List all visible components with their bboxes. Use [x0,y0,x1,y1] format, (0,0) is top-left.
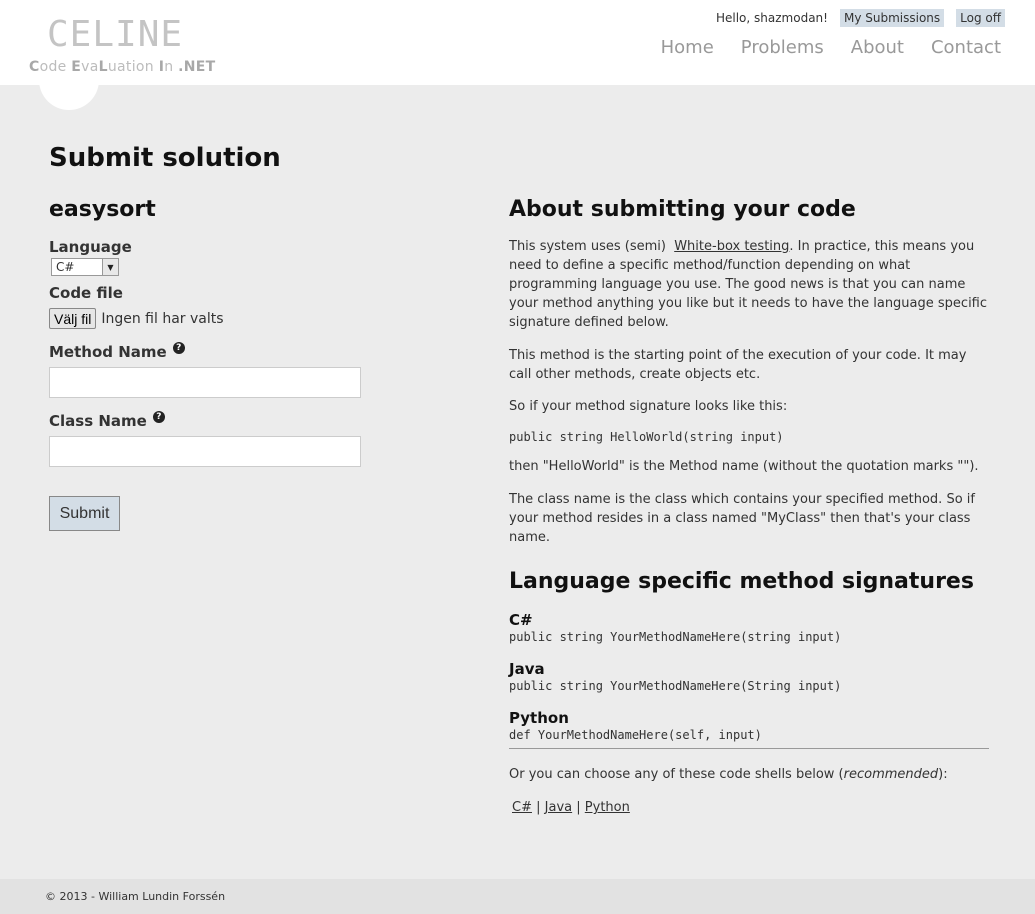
link-separator: | [536,800,541,815]
signature-python: Python def YourMethodNameHere(self, inpu… [509,709,989,742]
method-name-label: Method Name ? [49,342,469,361]
page-title: Submit solution [49,143,281,173]
link-separator: | [576,800,581,815]
chevron-down-icon[interactable]: ▼ [102,259,118,275]
shell-link-python[interactable]: Python [585,800,630,815]
question-icon[interactable]: ? [152,411,165,423]
code-file-label: Code file [49,284,123,302]
nav-about[interactable]: About [851,37,904,58]
code-shell-links: C# | Java | Python [509,798,989,817]
nav-contact[interactable]: Contact [931,37,1001,58]
divider [509,748,989,749]
question-icon[interactable]: ? [172,342,185,354]
code-shells-text: Or you can choose any of these code shel… [509,767,948,782]
signature-java: Java public string YourMethodNameHere(St… [509,660,989,693]
problem-name: easysort [49,197,156,222]
greeting: Hello, shazmodan! [715,11,828,25]
choose-file-button[interactable]: Välj fil [49,308,97,329]
footer-copyright: © 2013 - William Lundin Forssén [45,890,226,903]
about-paragraph-5: The class name is the class which contai… [509,492,975,545]
language-select[interactable]: C# ▼ [51,258,119,276]
submit-form: easysort Language C# ▼ Code file Välj fi… [49,197,469,531]
main-nav: Home Problems About Contact [661,37,1001,58]
signature-code: def YourMethodNameHere(self, input) [509,728,762,742]
about-section: About submitting your code This system u… [509,197,989,817]
class-name-input[interactable] [49,436,361,467]
signature-csharp: C# public string YourMethodNameHere(stri… [509,611,989,644]
signature-lang: Java [509,660,545,678]
logo-title[interactable]: CELINE [47,14,183,55]
method-name-input[interactable] [49,367,361,398]
file-input: Välj fil Ingen fil har valts [49,308,469,329]
nav-problems[interactable]: Problems [741,37,824,58]
login-bar: Hello, shazmodan! My Submissions Log off [716,9,1005,27]
submit-button[interactable]: Submit [49,496,120,531]
shell-link-csharp[interactable]: C# [512,800,532,815]
signature-code: public string YourMethodNameHere(string … [509,630,842,644]
site-header: CELINE Code EvaLuation In .NET Hello, sh… [0,0,1035,110]
about-title: About submitting your code [509,197,856,222]
about-paragraph-3: So if your method signature looks like t… [509,399,788,414]
about-paragraph-1: This system uses (semi) White-box testin… [509,239,988,330]
logo-subtitle: Code EvaLuation In .NET [29,59,216,75]
signatures-title: Language specific method signatures [509,569,974,594]
about-paragraph-4: then "HelloWorld" is the Method name (wi… [509,459,979,474]
shell-link-java[interactable]: Java [545,800,572,815]
nav-home[interactable]: Home [661,37,714,58]
language-select-value: C# [56,260,75,274]
signature-lang: Python [509,709,569,727]
log-off-link[interactable]: Log off [956,9,1005,27]
signature-lang: C# [509,611,533,629]
class-name-label: Class Name ? [49,411,469,430]
my-submissions-link[interactable]: My Submissions [839,9,945,27]
language-label: Language [49,238,132,256]
about-paragraph-2: This method is the starting point of the… [509,348,967,382]
signature-code: public string YourMethodNameHere(String … [509,679,842,693]
example-signature: public string HelloWorld(string input) [509,430,784,444]
white-box-testing-link[interactable]: White-box testing [674,239,789,254]
site-footer: © 2013 - William Lundin Forssén [0,879,1035,914]
file-status: Ingen fil har valts [101,310,224,327]
